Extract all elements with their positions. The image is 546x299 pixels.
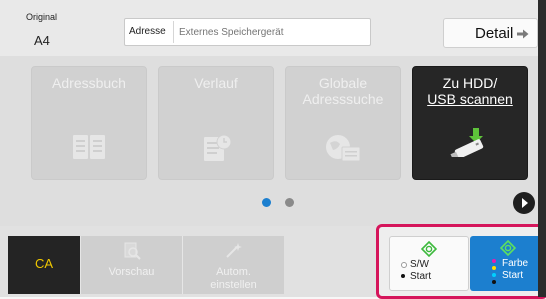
tile-label: Adressbuch xyxy=(52,75,126,91)
tile-history: Verlauf xyxy=(158,66,274,180)
address-book-icon xyxy=(73,135,105,159)
tile-label: Verlauf xyxy=(194,75,238,91)
auto-settings-button: Autom. einstellen xyxy=(182,236,284,294)
ca-label: CA xyxy=(34,256,54,271)
usb-drive-icon xyxy=(450,128,484,157)
page-dot[interactable] xyxy=(285,198,294,207)
top-bar: Original A4 Adresse Detail xyxy=(0,0,538,56)
page-dot-active xyxy=(262,198,271,207)
clear-all-button[interactable]: CA xyxy=(8,236,80,294)
tile-address-book: Adressbuch xyxy=(31,66,147,180)
bw-start-button[interactable]: S/W Start xyxy=(389,236,469,291)
preview-label: Vorschau xyxy=(108,266,155,278)
yellow-dot xyxy=(492,266,496,270)
history-icon xyxy=(204,134,232,161)
screen-edge xyxy=(538,0,546,297)
original-label: Original xyxy=(26,12,58,22)
original-size[interactable]: A4 xyxy=(34,33,50,48)
preview-button: Vorschau xyxy=(80,236,182,294)
tile-global-address-search: Globale Adresssuche xyxy=(285,66,401,180)
auto-settings-icon xyxy=(225,243,242,258)
address-label: Adresse xyxy=(129,26,166,37)
global-address-icon xyxy=(326,135,361,162)
detail-label: Detail xyxy=(475,25,514,42)
auto-settings-label: Autom. einstellen xyxy=(210,266,257,291)
cyan-dot xyxy=(492,273,496,277)
bw-start-label: S/W Start xyxy=(410,259,432,282)
bw-white-dot xyxy=(401,262,407,268)
scanner-screen: Original A4 Adresse Detail Adressbuch xyxy=(0,0,546,299)
start-diamond-icon xyxy=(421,241,437,257)
tile-scan-to-hdd-usb[interactable]: Zu HDD/ USB scannen xyxy=(412,66,528,180)
address-field[interactable]: Adresse xyxy=(124,18,371,46)
tile-label: Zu HDD/ USB scannen xyxy=(427,75,513,107)
next-page-button[interactable] xyxy=(513,192,535,214)
bw-black-dot xyxy=(401,274,405,278)
arrow-right-icon xyxy=(517,29,529,39)
detail-button[interactable]: Detail xyxy=(443,18,538,48)
color-start-label: Farbe Start xyxy=(502,258,529,281)
tile-label: Globale Adresssuche xyxy=(302,75,384,107)
preview-icon xyxy=(124,242,141,260)
page-indicator xyxy=(0,198,538,208)
destination-panel: Adressbuch Verlauf Globale Adresssuche Z… xyxy=(0,56,538,226)
black-dot xyxy=(492,280,496,284)
color-start-button[interactable]: Farbe Start xyxy=(470,236,546,291)
magenta-dot xyxy=(492,259,496,263)
address-divider xyxy=(173,21,174,43)
start-diamond-icon xyxy=(500,240,516,256)
address-input[interactable] xyxy=(179,19,365,45)
